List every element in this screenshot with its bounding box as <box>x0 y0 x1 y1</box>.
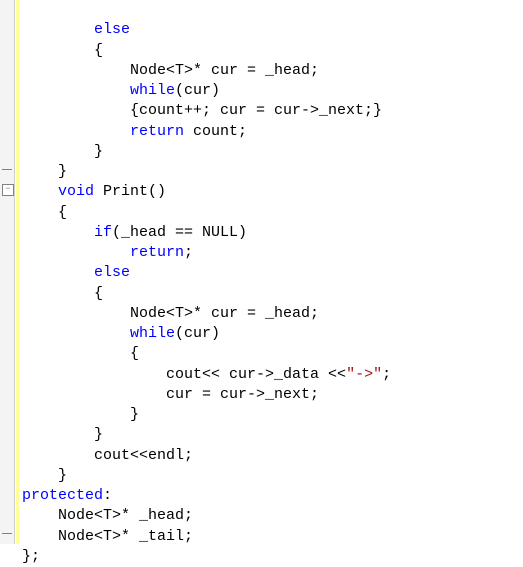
code-line: {count++; cur = cur->_next;} <box>22 102 382 119</box>
code-text: count; <box>184 123 247 140</box>
code-line: } <box>22 143 103 160</box>
code-text: : <box>103 487 112 504</box>
code-line: { <box>22 345 139 362</box>
keyword-else: else <box>22 21 130 38</box>
code-line: } <box>22 467 67 484</box>
code-line: { <box>22 285 103 302</box>
code-line: Node<T>* _tail; <box>22 528 193 545</box>
code-block: else { Node<T>* cur = _head; while(cur) … <box>22 0 523 567</box>
code-text: Print() <box>94 183 166 200</box>
code-line: }; <box>22 548 40 565</box>
code-line: } <box>22 163 67 180</box>
code-line: cout<<endl; <box>22 447 193 464</box>
code-line: Node<T>* cur = _head; <box>22 62 319 79</box>
code-text: ; <box>382 366 391 383</box>
code-line: { <box>22 42 103 59</box>
keyword-while: while <box>22 325 175 342</box>
fold-dash <box>2 169 12 170</box>
code-line: cur = cur->_next; <box>22 386 319 403</box>
fold-dash <box>2 533 12 534</box>
code-line: } <box>22 406 139 423</box>
code-text: cout<< cur->_data << <box>22 366 346 383</box>
keyword-return: return <box>22 244 184 261</box>
code-text: (cur) <box>175 325 220 342</box>
keyword-while: while <box>22 82 175 99</box>
code-text: (_head == NULL) <box>112 224 247 241</box>
code-line: Node<T>* cur = _head; <box>22 305 319 322</box>
keyword-protected: protected <box>22 487 103 504</box>
gutter <box>0 0 15 544</box>
code-line: { <box>22 204 67 221</box>
string-literal: "->" <box>346 366 382 383</box>
keyword-else: else <box>22 264 130 281</box>
keyword-void: void <box>22 183 94 200</box>
code-line: Node<T>* _head; <box>22 507 193 524</box>
keyword-if: if <box>22 224 112 241</box>
change-bar <box>16 0 19 544</box>
code-text: (cur) <box>175 82 220 99</box>
fold-toggle[interactable]: − <box>2 184 14 196</box>
code-text: ; <box>184 244 193 261</box>
code-line: } <box>22 426 103 443</box>
keyword-return: return <box>22 123 184 140</box>
